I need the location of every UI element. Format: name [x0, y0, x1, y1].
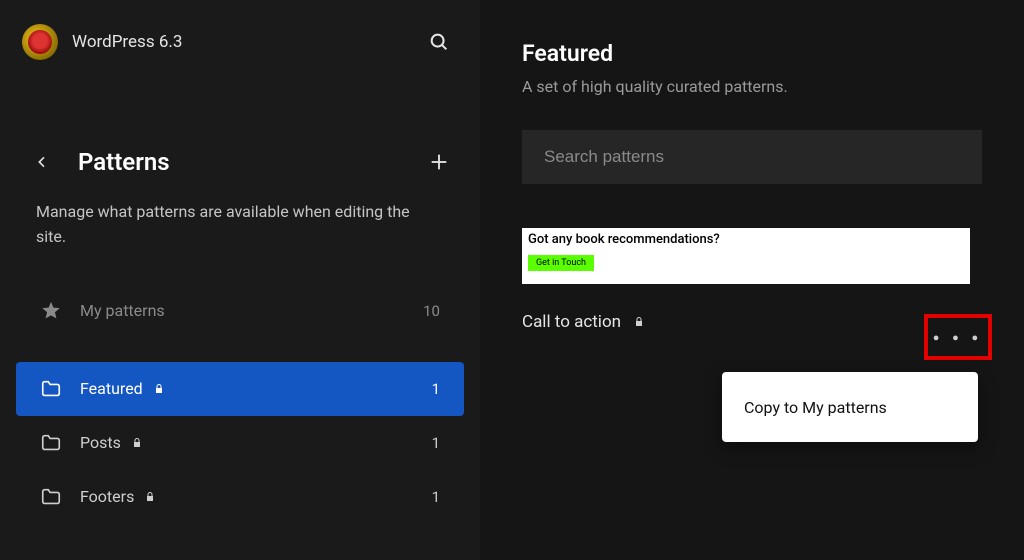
star-icon [40, 300, 62, 322]
main-title: Featured [522, 40, 982, 67]
lock-icon [153, 383, 165, 395]
lock-icon [633, 316, 645, 328]
pattern-name: Call to action [522, 312, 982, 332]
main-subtitle: A set of high quality curated patterns. [522, 77, 982, 96]
ellipsis-icon: ● ● ● [933, 331, 983, 344]
lock-icon [144, 491, 156, 503]
page-title: Patterns [78, 148, 428, 176]
back-icon[interactable] [34, 154, 50, 170]
sidebar-item-label: My patterns [80, 301, 405, 320]
sidebar-item-label: Footers [80, 487, 134, 506]
folder-icon [40, 432, 62, 454]
sidebar-item-label: Posts [80, 433, 121, 452]
search-icon[interactable] [428, 31, 450, 53]
sidebar-item-my-patterns[interactable]: My patterns 10 [16, 288, 464, 334]
more-options-button[interactable]: ● ● ● [924, 314, 992, 360]
pattern-preview[interactable]: Got any book recommendations? Get in Tou… [522, 228, 970, 284]
sidebar-item-count: 1 [432, 380, 440, 398]
search-input[interactable] [522, 130, 982, 184]
folder-icon [40, 486, 62, 508]
site-logo[interactable] [22, 24, 58, 60]
page-description: Manage what patterns are available when … [0, 176, 480, 250]
sidebar-item-count: 10 [423, 302, 440, 320]
preview-cta-button: Get in Touch [528, 255, 594, 271]
dropdown-item-copy[interactable]: Copy to My patterns [744, 398, 887, 417]
preview-heading: Got any book recommendations? [528, 232, 964, 247]
sidebar-item-count: 1 [432, 434, 440, 452]
folder-icon [40, 378, 62, 400]
sidebar-item-featured[interactable]: Featured 1 [16, 362, 464, 416]
site-title: WordPress 6.3 [72, 32, 414, 52]
dropdown-menu: Copy to My patterns [722, 372, 978, 442]
add-icon[interactable] [428, 151, 450, 173]
lock-icon [131, 437, 143, 449]
sidebar-item-footers[interactable]: Footers 1 [16, 470, 464, 524]
sidebar-item-count: 1 [432, 488, 440, 506]
sidebar-item-posts[interactable]: Posts 1 [16, 416, 464, 470]
sidebar-item-label: Featured [80, 379, 143, 398]
